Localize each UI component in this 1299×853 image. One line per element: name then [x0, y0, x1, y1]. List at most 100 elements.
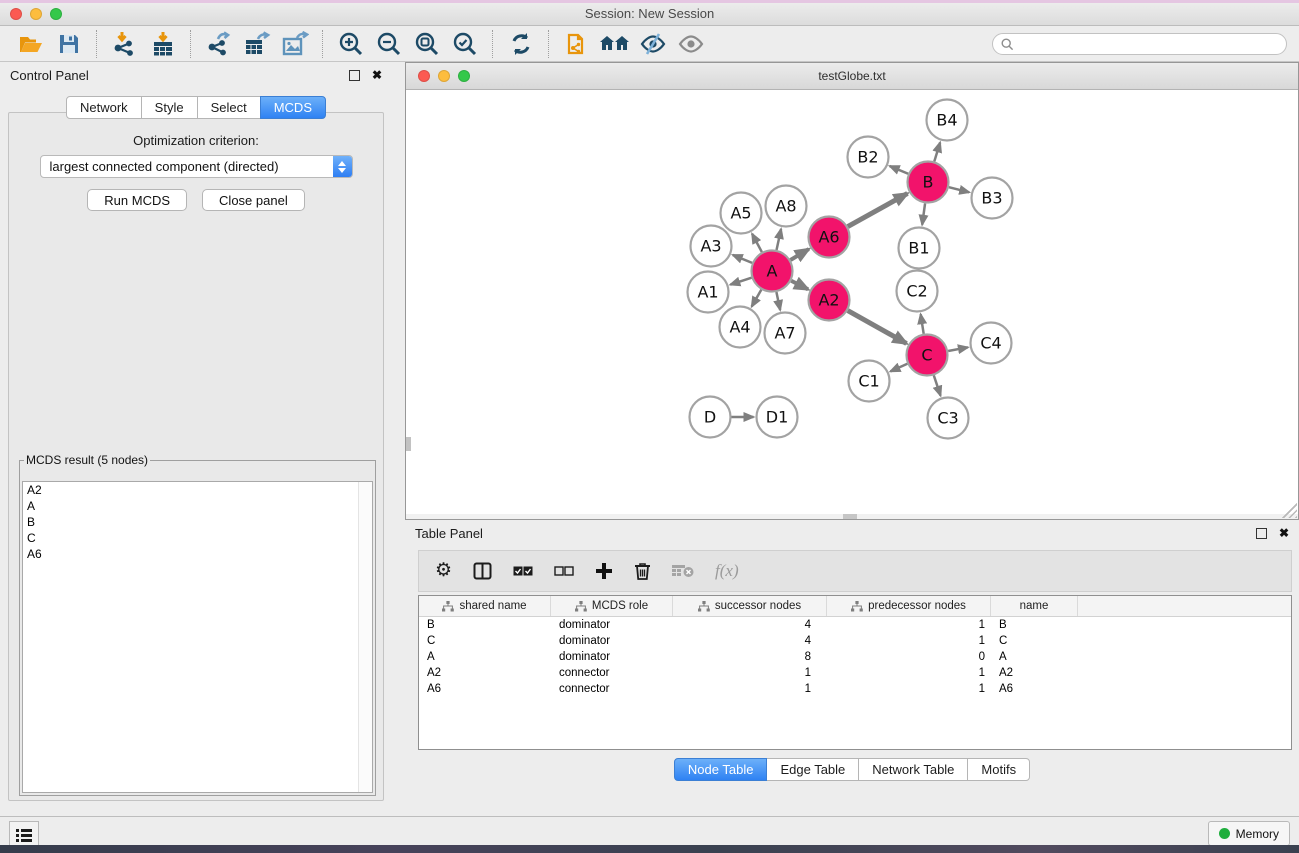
- horizontal-scrollbar-thumb[interactable]: [843, 514, 857, 519]
- zoom-fit-icon[interactable]: [412, 29, 442, 59]
- tab-select[interactable]: Select: [197, 96, 261, 119]
- graph-node-B1[interactable]: B1: [899, 228, 940, 269]
- graph-node-B[interactable]: B: [908, 162, 949, 203]
- mcds-result-item[interactable]: A2: [23, 482, 372, 498]
- tab-motifs[interactable]: Motifs: [967, 758, 1030, 781]
- graph-node-D[interactable]: D: [690, 397, 731, 438]
- graph-node-C2[interactable]: C2: [897, 271, 938, 312]
- network-graph[interactable]: B4B2BB3A8A5A6A3B1AC2A1A2A4A7C4CC1DD1C3: [406, 89, 1298, 516]
- mcds-result-list[interactable]: A2ABCA6: [22, 481, 373, 793]
- edge-A-A8[interactable]: [777, 229, 782, 250]
- export-table-icon[interactable]: [242, 29, 272, 59]
- graph-node-A[interactable]: A: [752, 251, 793, 292]
- search-field[interactable]: [992, 33, 1287, 55]
- edge-B-B1[interactable]: [922, 203, 925, 224]
- tab-node-table[interactable]: Node Table: [674, 758, 768, 781]
- close-window-button[interactable]: [10, 8, 22, 20]
- mcds-result-item[interactable]: A6: [23, 546, 372, 562]
- graph-node-C[interactable]: C: [907, 335, 948, 376]
- result-scrollbar[interactable]: [358, 482, 372, 792]
- edge-C-C2[interactable]: [921, 314, 924, 334]
- add-column-icon[interactable]: [595, 559, 613, 583]
- edge-C-C4[interactable]: [948, 347, 968, 351]
- graph-node-B2[interactable]: B2: [848, 137, 889, 178]
- table-row[interactable]: Adominator80A: [419, 649, 1291, 665]
- save-session-icon[interactable]: [54, 29, 84, 59]
- export-image-icon[interactable]: [280, 29, 310, 59]
- zoom-selected-icon[interactable]: [450, 29, 480, 59]
- tab-mcds[interactable]: MCDS: [260, 96, 326, 119]
- vertical-scrollbar-thumb[interactable]: [406, 437, 411, 451]
- graph-node-A5[interactable]: A5: [721, 193, 762, 234]
- import-network-icon[interactable]: [110, 29, 140, 59]
- column-header-mcds-role[interactable]: MCDS role: [551, 596, 673, 616]
- select-all-icon[interactable]: [513, 559, 533, 583]
- graph-node-A6[interactable]: A6: [809, 217, 850, 258]
- close-panel-icon[interactable]: ✖: [372, 70, 382, 80]
- edge-B-B3[interactable]: [949, 187, 969, 192]
- optimization-criterion-select[interactable]: largest connected component (directed): [40, 155, 353, 178]
- network-canvas[interactable]: B4B2BB3A8A5A6A3B1AC2A1A2A4A7C4CC1DD1C3: [406, 89, 1298, 519]
- graph-node-B4[interactable]: B4: [927, 100, 968, 141]
- graph-node-A7[interactable]: A7: [765, 313, 806, 354]
- graph-node-A8[interactable]: A8: [766, 186, 807, 227]
- edge-A-A3[interactable]: [733, 255, 752, 263]
- edge-A-A4[interactable]: [752, 290, 762, 307]
- edge-B-B4[interactable]: [934, 142, 940, 161]
- new-network-from-selection-icon[interactable]: [562, 29, 592, 59]
- edge-A6-B[interactable]: [848, 193, 908, 226]
- edge-A2-C[interactable]: [848, 311, 907, 344]
- edge-A-A1[interactable]: [730, 278, 751, 285]
- tab-network[interactable]: Network: [66, 96, 142, 119]
- edge-A-A2[interactable]: [791, 281, 808, 290]
- edge-A-A5[interactable]: [752, 234, 762, 252]
- graph-node-A1[interactable]: A1: [688, 272, 729, 313]
- column-header-shared-name[interactable]: shared name: [419, 596, 551, 616]
- edge-C-C1[interactable]: [890, 364, 907, 372]
- refresh-icon[interactable]: [506, 29, 536, 59]
- network-close-button[interactable]: [418, 70, 430, 82]
- export-network-icon[interactable]: [204, 29, 234, 59]
- open-session-icon[interactable]: [16, 29, 46, 59]
- zoom-window-button[interactable]: [50, 8, 62, 20]
- delete-column-icon[interactable]: [634, 559, 651, 583]
- hide-selected-icon[interactable]: [638, 29, 668, 59]
- graph-node-C1[interactable]: C1: [849, 361, 890, 402]
- edge-C-C3[interactable]: [934, 375, 941, 395]
- graph-node-A3[interactable]: A3: [691, 226, 732, 267]
- zoom-in-icon[interactable]: [336, 29, 366, 59]
- tab-edge-table[interactable]: Edge Table: [766, 758, 859, 781]
- graph-node-D1[interactable]: D1: [757, 397, 798, 438]
- horizontal-scrollbar[interactable]: [406, 514, 1298, 519]
- table-row[interactable]: A2connector11A2: [419, 665, 1291, 681]
- table-row[interactable]: Bdominator41B: [419, 617, 1291, 633]
- mcds-result-item[interactable]: A: [23, 498, 372, 514]
- first-neighbors-icon[interactable]: [600, 29, 630, 59]
- close-table-panel-icon[interactable]: ✖: [1279, 528, 1289, 538]
- column-view-icon[interactable]: [473, 559, 492, 583]
- tab-network-table[interactable]: Network Table: [858, 758, 968, 781]
- graph-node-A2[interactable]: A2: [809, 280, 850, 321]
- graph-node-C4[interactable]: C4: [971, 323, 1012, 364]
- column-header-name[interactable]: name: [991, 596, 1078, 616]
- graph-node-A4[interactable]: A4: [720, 307, 761, 348]
- close-panel-button[interactable]: Close panel: [202, 189, 305, 211]
- settings-gear-icon[interactable]: ⚙: [435, 559, 452, 583]
- network-window-titlebar[interactable]: testGlobe.txt: [406, 63, 1298, 90]
- memory-button[interactable]: Memory: [1208, 821, 1290, 846]
- table-row[interactable]: A6connector11A6: [419, 681, 1291, 697]
- search-input[interactable]: [1020, 36, 1274, 52]
- network-zoom-button[interactable]: [458, 70, 470, 82]
- column-header-predecessor-nodes[interactable]: predecessor nodes: [827, 596, 991, 616]
- minimize-window-button[interactable]: [30, 8, 42, 20]
- mcds-result-item[interactable]: C: [23, 530, 372, 546]
- edge-A-A7[interactable]: [776, 292, 780, 310]
- graph-node-B3[interactable]: B3: [972, 178, 1013, 219]
- delete-table-icon[interactable]: [672, 559, 694, 583]
- edge-A-A6[interactable]: [790, 249, 808, 260]
- zoom-out-icon[interactable]: [374, 29, 404, 59]
- table-row[interactable]: Cdominator41C: [419, 633, 1291, 649]
- mcds-result-item[interactable]: B: [23, 514, 372, 530]
- float-panel-icon[interactable]: [349, 70, 360, 81]
- deselect-all-icon[interactable]: [554, 559, 574, 583]
